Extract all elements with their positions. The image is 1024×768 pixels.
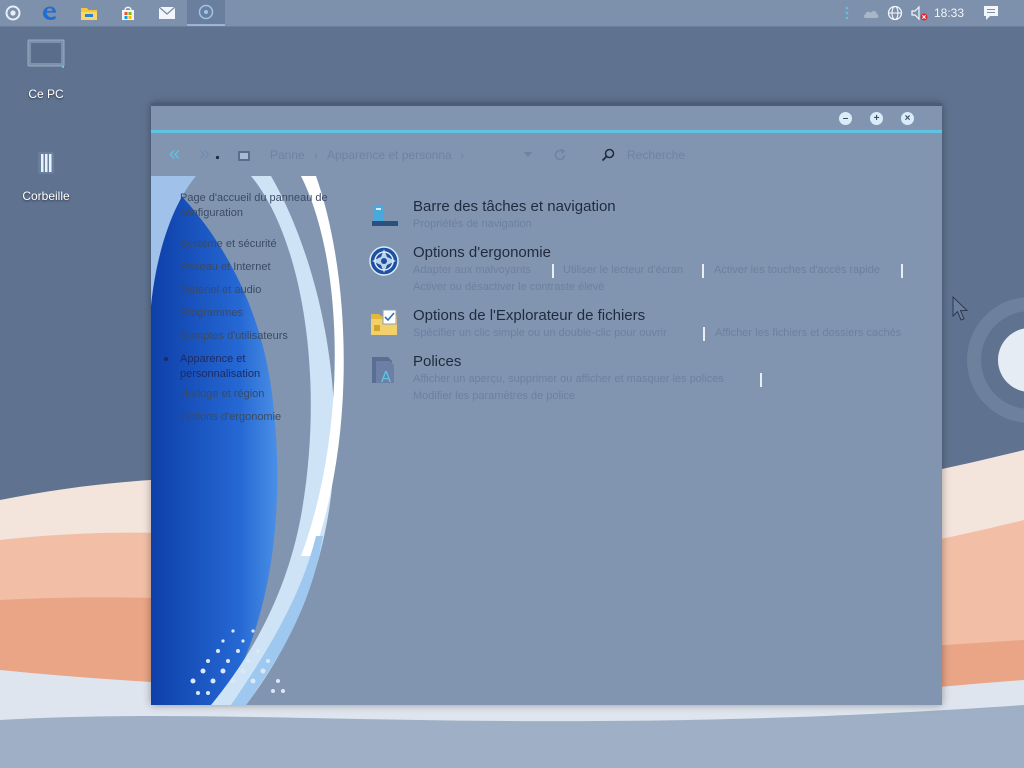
breadcrumb-current[interactable]: Apparence et personna [327, 148, 452, 162]
computer-icon [27, 39, 65, 68]
category-title[interactable]: Options d'ergonomie [413, 244, 551, 261]
category-title[interactable]: Options de l'Explorateur de fichiers [413, 307, 645, 324]
refresh-icon[interactable] [553, 148, 567, 162]
sidebar-item-hardware[interactable]: Matériel et audio [180, 284, 261, 296]
sidebar-item-accounts[interactable]: Comptes d'utilisateurs [180, 330, 288, 342]
category-link[interactable]: Afficher les fichiers et dossiers cachés [715, 327, 901, 339]
sidebar-item-ease-of-access[interactable]: Options d'ergonomie [180, 411, 281, 423]
sidebar-item-network[interactable]: Réseau et Internet [180, 261, 271, 273]
breadcrumb-root[interactable]: Panne [270, 148, 305, 162]
folder-options-icon[interactable] [368, 307, 400, 339]
onedrive-tray[interactable] [860, 0, 882, 26]
taskbar: 18:33 [0, 0, 1024, 27]
edge-button[interactable] [30, 0, 68, 26]
sidebar-item-programs[interactable]: Programmes [180, 307, 243, 319]
active-item-bullet [164, 357, 168, 361]
category-link[interactable]: Activer ou désactiver le contraste élevé [413, 281, 604, 293]
link-separator [552, 264, 554, 278]
desktop-icon-this-pc[interactable]: Ce PC [11, 38, 81, 101]
file-explorer-icon [81, 8, 97, 20]
breadcrumb-separator: › [314, 148, 318, 162]
volume-tray[interactable] [908, 0, 930, 26]
title-accent-line [151, 130, 942, 133]
category-link[interactable]: Utiliser le lecteur d'écran [563, 264, 683, 276]
globe-icon [887, 5, 903, 21]
link-separator [703, 327, 705, 341]
store-button[interactable] [109, 0, 147, 26]
desktop-icon-label: Corbeille [22, 189, 70, 203]
action-center-icon [984, 6, 998, 20]
cloud-icon [863, 11, 879, 18]
control-panel-icon [198, 4, 214, 20]
back-button[interactable]: « [169, 143, 180, 166]
sidebar-item-clock-region[interactable]: Horloge et région [180, 388, 264, 400]
tray-overflow[interactable] [841, 0, 853, 26]
cortana-icon [5, 5, 21, 21]
history-dropdown-icon[interactable] [215, 155, 220, 160]
clock[interactable]: 18:33 [934, 0, 964, 26]
forward-button[interactable]: » [199, 143, 210, 166]
notifications-button[interactable] [980, 0, 1002, 26]
close-button[interactable]: × [901, 112, 914, 125]
edge-icon [43, 6, 56, 20]
category-link[interactable]: Afficher un aperçu, supprimer ou affiche… [413, 373, 724, 385]
sidebar-wallpaper-art [151, 176, 344, 705]
category-link[interactable]: Activer les touches d'accès rapide [714, 264, 880, 276]
ease-of-access-icon[interactable] [368, 245, 400, 277]
mail-button[interactable] [148, 0, 186, 26]
taskbar-settings-icon[interactable] [368, 199, 400, 231]
breadcrumb-separator: › [460, 148, 464, 162]
maximize-button[interactable]: + [870, 112, 883, 125]
sidebar-item-system-security[interactable]: Système et sécurité [180, 238, 277, 250]
more-vertical-icon [845, 6, 849, 20]
volume-muted-icon [911, 5, 928, 21]
control-panel-breadcrumb-icon [238, 151, 250, 161]
store-icon [122, 6, 134, 20]
control-panel-window: – + × « » Panne › Apparence et personna … [151, 103, 942, 705]
category-link[interactable]: Adapter aux malvoyants [413, 264, 531, 276]
link-separator [760, 373, 762, 387]
search-input[interactable]: Recherche [627, 148, 685, 162]
sidebar-home-link[interactable]: Page d'accueil du panneau de configurati… [180, 191, 345, 221]
category-link[interactable]: Modifier les paramètres de police [413, 390, 575, 402]
close-icon: × [904, 113, 911, 124]
cortana-button[interactable] [0, 0, 32, 26]
svg-text:A: A [381, 368, 392, 385]
control-panel-button[interactable] [187, 0, 225, 26]
category-title[interactable]: Polices [413, 353, 461, 370]
minimize-button[interactable]: – [839, 112, 852, 125]
fonts-icon[interactable]: A [368, 353, 400, 385]
category-link[interactable]: Spécifier un clic simple ou un double-cl… [413, 327, 667, 339]
desktop-icon-label: Ce PC [28, 87, 64, 101]
category-link[interactable]: Propriétés de navigation [413, 218, 532, 230]
file-explorer-button[interactable] [70, 0, 108, 26]
sidebar-item-appearance[interactable]: Apparence et personnalisation [180, 352, 280, 382]
category-title[interactable]: Barre des tâches et navigation [413, 198, 616, 215]
mail-icon [158, 6, 176, 19]
link-separator [901, 264, 903, 278]
title-bar[interactable]: – + × [151, 106, 942, 132]
address-dropdown-icon[interactable] [524, 152, 532, 158]
minimize-icon: – [842, 113, 849, 124]
recycle-bin-icon [38, 152, 54, 174]
maximize-icon: + [873, 113, 880, 124]
desktop-icon-recycle-bin[interactable]: Corbeille [11, 146, 81, 203]
search-icon [601, 148, 615, 162]
mouse-cursor-icon [952, 296, 969, 321]
link-separator [702, 264, 704, 278]
navigation-bar: « » Panne › Apparence et personna › Rech… [151, 136, 942, 174]
network-tray[interactable] [884, 0, 906, 26]
